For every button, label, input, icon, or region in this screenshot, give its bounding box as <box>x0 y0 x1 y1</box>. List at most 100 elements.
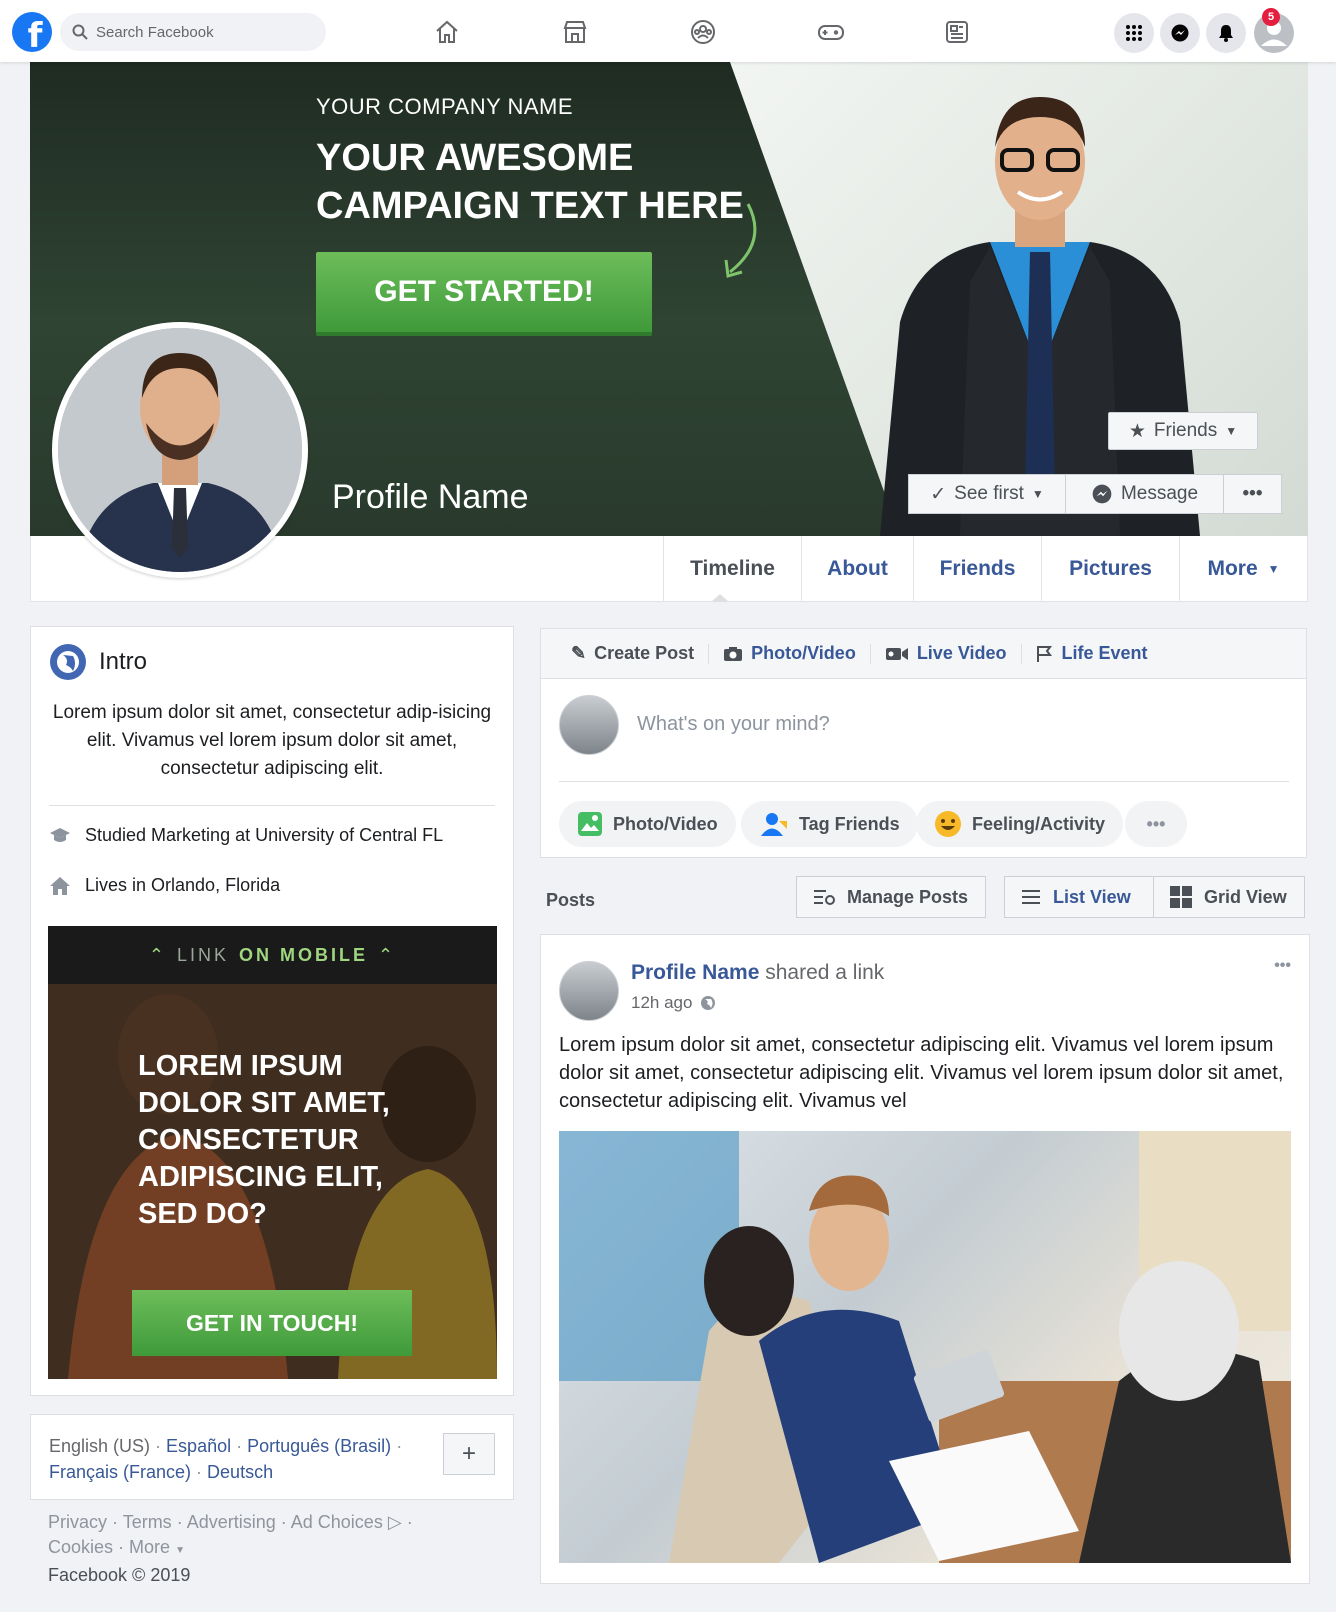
footer-link[interactable]: Cookies <box>48 1537 113 1557</box>
caret-down-icon: ▼ <box>1267 561 1280 576</box>
manage-posts-button[interactable]: Manage Posts <box>796 876 986 918</box>
composer-input[interactable]: What's on your mind? <box>637 713 830 736</box>
post-composer: ✎ Create Post Photo/Video Live Video Lif… <box>540 628 1307 858</box>
get-in-touch-button[interactable]: GET IN TOUCH! <box>132 1290 412 1356</box>
manage-posts-icon <box>814 890 835 905</box>
home-icon[interactable] <box>432 17 462 47</box>
photo-video-action[interactable]: Photo/Video <box>559 801 736 847</box>
grid-view-button[interactable]: Grid View <box>1153 876 1305 918</box>
company-name: YOUR COMPANY NAME <box>316 94 574 119</box>
intro-bio: Lorem ipsum dolor sit amet, consectetur … <box>52 702 492 779</box>
tab-pictures[interactable]: Pictures <box>1041 536 1179 601</box>
star-icon: ★ <box>1128 420 1146 442</box>
video-camera-icon <box>885 647 908 660</box>
tab-more-label: More <box>1207 556 1258 580</box>
tag-friends-label: Tag Friends <box>799 813 900 834</box>
intro-title: Intro <box>99 648 148 675</box>
bell-icon[interactable] <box>1206 13 1246 53</box>
create-post-tab[interactable]: ✎ Create Post <box>557 643 708 664</box>
footer-link[interactable]: More <box>129 1537 170 1557</box>
curved-arrow-icon <box>724 203 757 278</box>
active-tab-indicator <box>711 594 729 602</box>
intro-location-text: Lives in Orlando, Florida <box>85 875 281 895</box>
live-video-label: Live Video <box>916 643 1007 663</box>
tag-friends-action[interactable]: Tag Friends <box>741 801 918 847</box>
post-meta: 12h ago <box>631 993 716 1013</box>
composer-avatar[interactable] <box>559 695 619 755</box>
chevron-up-icon: ⌃ <box>148 944 167 965</box>
apps-grid-icon[interactable] <box>1114 13 1154 53</box>
current-language: English (US) <box>49 1436 151 1456</box>
meeting-photo <box>559 1131 1291 1563</box>
create-post-label: Create Post <box>594 643 695 663</box>
language-link[interactable]: Deutsch <box>207 1462 273 1482</box>
home-icon <box>50 876 70 895</box>
caret-down-icon: ▼ <box>1031 487 1044 501</box>
cover-person-image <box>880 97 1200 536</box>
profile-avatar[interactable] <box>52 322 308 578</box>
post-author-avatar[interactable] <box>559 961 619 1021</box>
tab-timeline[interactable]: Timeline <box>663 536 801 601</box>
friends-button-label: Friends <box>1153 420 1218 441</box>
tab-friends[interactable]: Friends <box>913 536 1041 601</box>
get-started-button[interactable]: GET STARTED! <box>316 252 652 336</box>
friends-button[interactable]: ★ Friends ▼ <box>1108 412 1258 450</box>
live-video-tab[interactable]: Live Video <box>871 643 1021 664</box>
footer-link[interactable]: Privacy <box>48 1512 107 1532</box>
post-author-name[interactable]: Profile Name <box>631 961 759 984</box>
more-actions-button[interactable]: ••• <box>1125 801 1187 847</box>
profile-name[interactable]: Profile Name <box>332 478 529 517</box>
add-language-button[interactable]: + <box>443 1433 495 1475</box>
ad-header-mobile: ON MOBILE <box>239 944 369 965</box>
messenger-icon[interactable] <box>1160 13 1200 53</box>
more-options-button[interactable]: ••• <box>1224 474 1282 514</box>
flag-icon <box>1036 645 1052 662</box>
check-icon: ✓ <box>930 483 947 505</box>
graduation-cap-icon <box>50 827 70 842</box>
language-link[interactable]: Português (Brasil) <box>247 1436 391 1456</box>
post-action: shared a link <box>765 961 885 984</box>
globe-icon <box>701 996 716 1010</box>
copyright: Facebook © 2019 <box>48 1565 191 1585</box>
list-icon <box>1022 890 1040 904</box>
campaign-line-1: YOUR AWESOME <box>316 137 634 179</box>
tab-about[interactable]: About <box>801 536 913 601</box>
language-link[interactable]: Français (France) <box>49 1462 191 1482</box>
footer-link[interactable]: Terms <box>123 1512 172 1532</box>
messenger-icon <box>1092 484 1112 504</box>
footer-links: Privacy · Terms · Advertising · Ad Choic… <box>48 1512 413 1585</box>
marketplace-icon[interactable] <box>560 17 590 47</box>
message-button[interactable]: Message <box>1066 474 1224 514</box>
feeling-activity-label: Feeling/Activity <box>972 813 1106 834</box>
ad-choices-icon: ▷ <box>387 1512 402 1532</box>
news-icon[interactable] <box>942 17 972 47</box>
post-image[interactable] <box>559 1131 1291 1563</box>
facebook-logo-icon[interactable]: f <box>12 12 52 52</box>
life-event-tab[interactable]: Life Event <box>1022 643 1162 664</box>
post-time[interactable]: 12h ago <box>631 993 692 1013</box>
language-link[interactable]: Español <box>166 1436 231 1456</box>
groups-icon[interactable] <box>688 17 718 47</box>
tab-more[interactable]: More ▼ <box>1179 536 1307 601</box>
ad-headline-line: LOREM IPSUM <box>138 1050 343 1082</box>
intro-education: Studied Marketing at University of Centr… <box>49 825 443 846</box>
post-options-icon[interactable]: ••• <box>1274 957 1291 975</box>
posts-label: Posts <box>546 890 596 910</box>
search-bar[interactable]: Search Facebook <box>60 13 326 51</box>
ad-headline-line: DOLOR SIT AMET, <box>138 1087 390 1119</box>
photo-video-label: Photo/Video <box>751 643 856 663</box>
footer-link[interactable]: Ad Choices <box>291 1512 383 1532</box>
composer-tabs: ✎ Create Post Photo/Video Live Video Lif… <box>541 629 1306 679</box>
divider <box>559 781 1289 782</box>
feeling-activity-action[interactable]: Feeling/Activity <box>916 801 1124 847</box>
footer-link[interactable]: Advertising <box>187 1512 276 1532</box>
intro-location: Lives in Orlando, Florida <box>49 875 280 896</box>
list-view-button[interactable]: List View <box>1004 876 1154 918</box>
globe-icon <box>50 644 86 680</box>
photo-video-tab[interactable]: Photo/Video <box>709 643 870 664</box>
mobile-link-ad[interactable]: ⌃ LINK ON MOBILE ⌃ LOREM IPSUM DOLOR SIT… <box>48 926 497 1379</box>
see-first-button[interactable]: ✓ See first ▼ <box>908 474 1066 514</box>
caret-down-icon: ▼ <box>175 1545 185 1556</box>
gaming-icon[interactable] <box>816 17 846 47</box>
manage-posts-label: Manage Posts <box>847 886 969 907</box>
